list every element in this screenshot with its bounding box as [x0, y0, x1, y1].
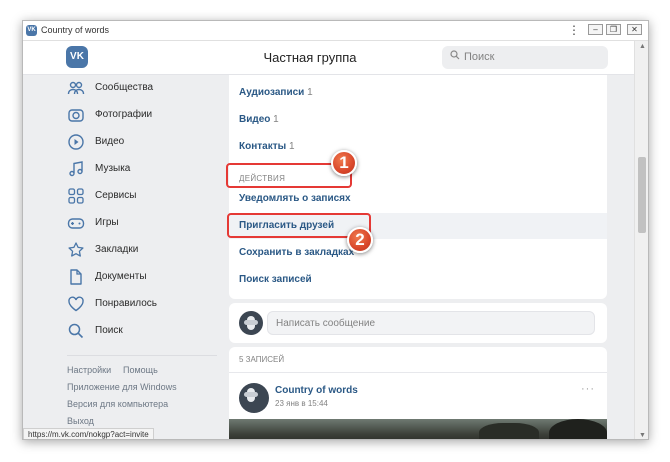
message-placeholder: Написать сообщение: [276, 318, 376, 329]
play-icon: [68, 134, 84, 150]
desktop-version-link[interactable]: Версия для компьютера: [67, 399, 168, 409]
sidebar-item-documents[interactable]: Документы: [67, 268, 227, 288]
camera-icon: [68, 109, 84, 122]
search-posts-label: Поиск записей: [239, 274, 312, 285]
sidebar-item-label: Фотографии: [95, 109, 153, 120]
scroll-up-icon[interactable]: ▲: [639, 43, 646, 50]
app-window: VK Country of words ⋮ – ❐ ✕ VK Частная г…: [22, 20, 649, 440]
posts-count: 5 ЗАПИСЕЙ: [239, 355, 285, 364]
sidebar-item-label: Сообщества: [95, 82, 154, 93]
sidebar-item-label: Музыка: [95, 163, 131, 174]
status-url: https://m.vk.com/nokgp?act=invite: [23, 428, 154, 439]
settings-link[interactable]: Настройки: [67, 365, 111, 375]
scrollbar[interactable]: ▲ ▼: [634, 41, 648, 439]
video-row[interactable]: Видео 1: [229, 107, 607, 133]
sidebar-item-communities[interactable]: Сообщества: [67, 79, 227, 99]
video-label: Видео: [239, 114, 271, 125]
more-options-icon[interactable]: ···: [581, 383, 595, 395]
post-date[interactable]: 23 янв в 15:44: [275, 399, 328, 408]
post-author[interactable]: Country of words: [275, 385, 358, 396]
notify-label: Уведомлять о записях: [239, 193, 351, 204]
sidebar-item-liked[interactable]: Понравилось: [67, 295, 227, 315]
document-icon: [70, 269, 82, 285]
search-icon: [450, 50, 460, 63]
posts-divider: [229, 372, 607, 373]
scroll-down-icon[interactable]: ▼: [639, 432, 646, 439]
sidebar-item-label: Видео: [95, 136, 125, 147]
sidebar-item-services[interactable]: Сервисы: [67, 187, 227, 207]
gamepad-icon: [67, 218, 85, 229]
sidebar-item-photos[interactable]: Фотографии: [67, 106, 227, 126]
communities-icon: [67, 81, 85, 95]
sidebar-item-music[interactable]: Музыка: [67, 160, 227, 180]
video-count: 1: [273, 114, 279, 125]
posts-card: 5 ЗАПИСЕЙ Country of words 23 янв в 15:4…: [229, 347, 607, 439]
notify-row[interactable]: Уведомлять о записях: [229, 186, 607, 212]
sidebar-item-label: Игры: [95, 217, 119, 228]
vk-app-icon: VK: [26, 25, 37, 36]
save-bookmarks-row[interactable]: Сохранить в закладках: [229, 240, 607, 266]
heart-icon: [68, 296, 84, 312]
screenshot-stage: VK Country of words ⋮ – ❐ ✕ VK Частная г…: [0, 0, 670, 462]
tree-shape: [479, 423, 539, 439]
step-badge-2: 2: [347, 227, 373, 253]
audio-label: Аудиозаписи: [239, 87, 305, 98]
top-header: VK Частная группа Поиск: [23, 41, 634, 75]
restore-button[interactable]: ❐: [606, 24, 621, 35]
window-menu-icon[interactable]: ⋮: [568, 23, 580, 37]
logout-link[interactable]: Выход: [67, 416, 94, 426]
sidebar-item-label: Сервисы: [95, 190, 137, 201]
sidebar-item-label: Документы: [95, 271, 147, 282]
step-badge-1: 1: [331, 150, 357, 176]
help-link[interactable]: Помощь: [123, 365, 158, 375]
music-icon: [69, 161, 83, 177]
post-author-avatar[interactable]: [239, 383, 269, 413]
search-input[interactable]: Поиск: [442, 46, 608, 69]
close-button[interactable]: ✕: [627, 24, 642, 35]
left-sidebar: Сообщества Фотографии Видео Музыка Серви…: [61, 75, 231, 439]
contacts-count: 1: [288, 141, 295, 152]
sidebar-item-label: Поиск: [95, 325, 123, 336]
sidebar-item-label: Закладки: [95, 244, 139, 255]
avatar: [239, 311, 263, 335]
search-icon: [68, 323, 84, 339]
search-placeholder: Поиск: [464, 51, 495, 63]
sidebar-divider: [67, 355, 217, 356]
contacts-row[interactable]: Контакты 1: [229, 134, 607, 160]
sidebar-item-search[interactable]: Поиск: [67, 322, 227, 342]
contacts-label: Контакты: [239, 141, 287, 152]
tree-shape: [549, 419, 607, 439]
window-titlebar: VK Country of words ⋮ – ❐ ✕: [23, 21, 648, 41]
message-input[interactable]: Написать сообщение: [267, 311, 595, 335]
save-bookmarks-label: Сохранить в закладках: [239, 247, 355, 258]
sidebar-item-label: Понравилось: [95, 298, 158, 309]
star-icon: [68, 242, 84, 257]
search-posts-row[interactable]: Поиск записей: [229, 267, 607, 293]
window-title: Country of words: [41, 25, 110, 35]
audio-count: 1: [307, 87, 313, 98]
scrollbar-thumb[interactable]: [638, 157, 646, 233]
services-icon: [68, 188, 84, 204]
minimize-button[interactable]: –: [588, 24, 603, 35]
compose-card: Написать сообщение: [229, 303, 607, 343]
sidebar-item-games[interactable]: Игры: [67, 214, 227, 234]
sidebar-item-bookmarks[interactable]: Закладки: [67, 241, 227, 261]
audio-row[interactable]: Аудиозаписи 1: [229, 80, 607, 106]
windows-app-link[interactable]: Приложение для Windows: [67, 382, 177, 392]
post-image[interactable]: [229, 419, 607, 439]
sidebar-item-video[interactable]: Видео: [67, 133, 227, 153]
